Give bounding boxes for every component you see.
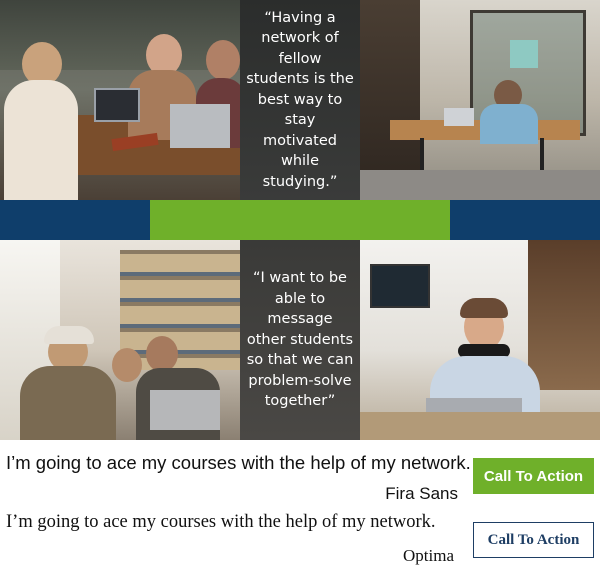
photo-students-table: [0, 0, 240, 200]
photo-library-students: [0, 240, 240, 440]
floor: [360, 170, 600, 200]
laptop: [444, 108, 474, 126]
brick-pillar: [528, 240, 600, 390]
person-shirt: [480, 104, 538, 144]
photo-office-desk: [360, 0, 600, 200]
band-left: [0, 200, 150, 240]
quote-text-bottom: “I want to be able to message other stud…: [246, 270, 354, 410]
quote-panel-top: “Having a network of fellow students is …: [240, 0, 360, 200]
call-to-action-filled-button[interactable]: Call To Action: [473, 458, 594, 494]
laptop-back: [170, 104, 230, 148]
person-jacket: [20, 366, 116, 440]
exit-sign: [510, 40, 538, 68]
person-sweater: [4, 80, 78, 200]
laptop-screen: [94, 88, 140, 122]
band-middle: [150, 200, 450, 240]
quote-text-top: “Having a network of fellow students is …: [246, 9, 354, 190]
color-band: [0, 200, 600, 240]
sample-text-2: I’m going to ace my courses with the hel…: [6, 512, 436, 532]
call-to-action-outline-button[interactable]: Call To Action: [473, 522, 594, 558]
font-label-2: Optima: [403, 546, 454, 565]
sample-text-1: I’m going to ace my courses with the hel…: [6, 452, 471, 473]
laptop: [150, 390, 220, 430]
person-head: [206, 40, 240, 80]
table: [360, 412, 600, 440]
font-label-1: Fira Sans: [385, 484, 458, 503]
cap: [44, 326, 94, 344]
person-head: [112, 348, 142, 382]
band-right: [450, 200, 600, 240]
photo-man-headphones: [360, 240, 600, 440]
quote-panel-bottom: “I want to be able to message other stud…: [240, 240, 360, 440]
wall-screen: [370, 264, 430, 308]
bookshelf: [120, 250, 240, 370]
person-head: [146, 336, 178, 372]
hair: [460, 298, 508, 318]
